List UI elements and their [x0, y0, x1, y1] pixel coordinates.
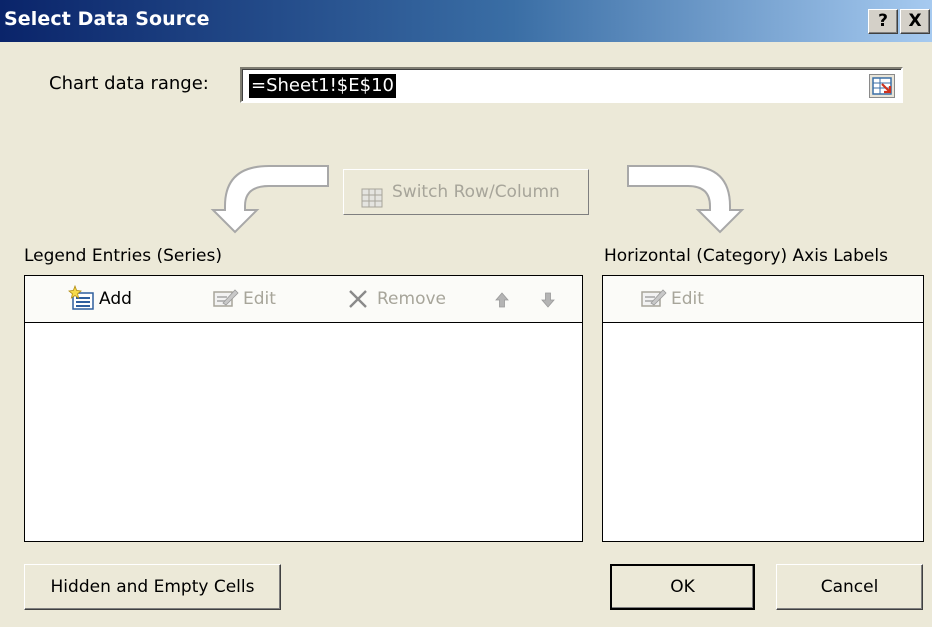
arrow-up-icon	[495, 292, 509, 308]
move-down-button[interactable]	[541, 287, 557, 311]
legend-entries-title: Legend Entries (Series)	[24, 246, 223, 266]
cancel-button[interactable]: Cancel	[776, 564, 923, 610]
remove-label: Remove	[377, 289, 446, 309]
range-label-text: Chart data range:	[49, 73, 209, 94]
ok-button[interactable]: OK	[610, 564, 755, 610]
help-button[interactable]: ?	[868, 9, 898, 34]
remove-series-button[interactable]: Remove	[347, 287, 465, 311]
axis-labels-title: Horizontal (Category) Axis Labels	[604, 246, 888, 266]
dialog-title: Select Data Source	[4, 8, 210, 30]
close-button[interactable]: X	[900, 9, 930, 34]
edit-axis-labels-button[interactable]: Edit	[641, 287, 721, 311]
axis-toolbar: Edit	[603, 276, 923, 323]
edit-icon	[213, 289, 239, 307]
move-up-button[interactable]	[495, 287, 511, 311]
switch-row-column-label: Switch Row/Column	[392, 182, 560, 202]
collapse-dialog-icon[interactable]	[869, 74, 895, 98]
chart-data-range-input[interactable]: =Sheet1!$E$10	[240, 67, 903, 103]
legend-entries-panel[interactable]: Add Edit Remove	[24, 275, 583, 542]
legend-toolbar: Add Edit Remove	[25, 276, 582, 323]
axis-edit-label: Edit	[671, 289, 704, 309]
edit-icon	[641, 289, 667, 307]
range-value[interactable]: =Sheet1!$E$10	[249, 74, 396, 98]
title-bar[interactable]: Select Data Source ? X	[0, 0, 932, 42]
add-series-icon	[68, 285, 94, 310]
switch-row-column-button[interactable]: Switch Row/Column	[343, 169, 589, 215]
arrow-down-icon	[541, 292, 555, 308]
edit-series-button[interactable]: Edit	[213, 287, 293, 311]
switch-row-column-icon	[360, 182, 384, 226]
remove-x-icon	[349, 290, 367, 308]
right-curved-arrow-icon	[627, 165, 745, 234]
chart-data-range-label: Chart data range:	[49, 73, 209, 94]
edit-label: Edit	[243, 289, 276, 309]
add-label: Add	[99, 289, 132, 309]
left-curved-arrow-icon	[210, 165, 329, 234]
add-series-button[interactable]: Add	[67, 285, 147, 311]
axis-labels-panel[interactable]: Edit	[602, 275, 924, 542]
hidden-and-empty-cells-button[interactable]: Hidden and Empty Cells	[24, 564, 281, 610]
